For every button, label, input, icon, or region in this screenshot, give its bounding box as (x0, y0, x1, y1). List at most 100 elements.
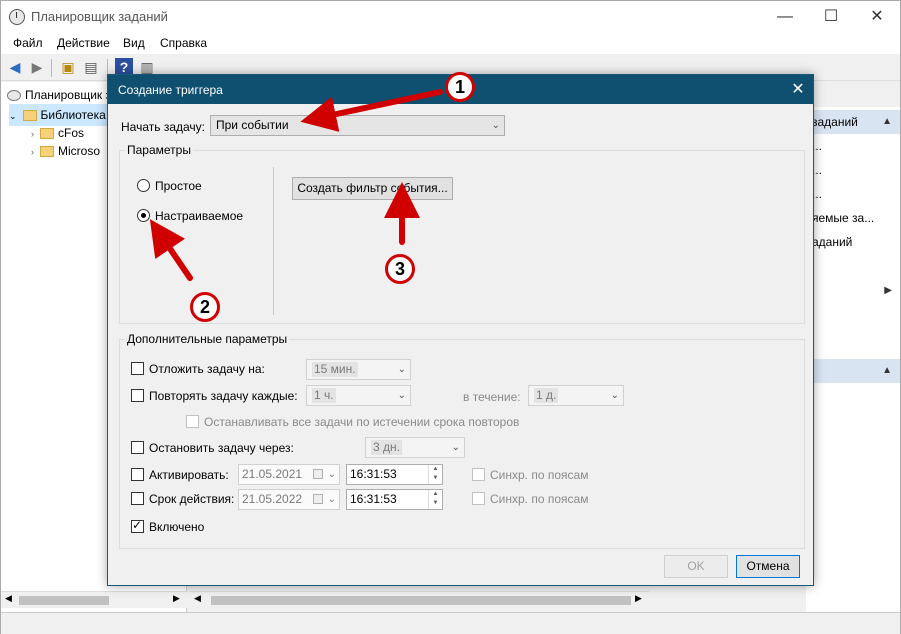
menu-help[interactable]: Справка (160, 36, 207, 50)
stop-after-label: Остановить задачу через: (149, 441, 294, 455)
expire-time-value: 16:31:53 (350, 492, 397, 506)
expire-label: Срок действия: (149, 492, 235, 506)
chevron-right-icon: › (31, 129, 34, 139)
scrollbar-thumb[interactable] (19, 596, 109, 605)
menu-file[interactable]: Файл (13, 36, 43, 50)
tree-root-label: Планировщик за (25, 88, 118, 102)
maximize-button[interactable]: ☐ (808, 1, 854, 32)
start-task-label: Начать задачу: (121, 120, 205, 134)
create-event-filter-button[interactable]: Создать фильтр события... (292, 177, 453, 200)
tree-item-microsoft[interactable]: › Microso (31, 140, 100, 162)
repeat-checkbox[interactable] (131, 389, 144, 402)
stop-all-checkbox[interactable] (186, 415, 199, 428)
spin-updown-icon[interactable]: ▲ ▼ (428, 490, 442, 509)
close-button[interactable]: ✕ (854, 1, 900, 32)
during-value: 1 д. (534, 388, 559, 403)
annotation-marker-3: 3 (385, 254, 415, 284)
enabled-label: Включено (149, 520, 205, 534)
params-group: Параметры (119, 143, 805, 324)
annotation-marker-1: 1 (445, 72, 475, 102)
tree-horizontal-scrollbar[interactable]: ◀ ▶ (1, 591, 187, 608)
collapse-icon: ▲ (882, 116, 892, 127)
spin-updown-icon[interactable]: ▲ ▼ (428, 465, 442, 484)
expire-date-picker[interactable]: 21.05.2022 ⌄ (238, 489, 340, 510)
delay-select[interactable]: 15 мин. ⌄ (306, 359, 411, 380)
params-group-label: Параметры (125, 143, 193, 157)
scroll-right-icon[interactable]: ▶ (173, 593, 180, 604)
calendar-icon (313, 469, 323, 479)
dialog-close-button[interactable]: ✕ (783, 75, 813, 104)
back-icon[interactable]: ◀ (6, 58, 24, 76)
during-select[interactable]: 1 д. ⌄ (528, 385, 624, 406)
advanced-group-label: Дополнительные параметры (125, 332, 290, 346)
chevron-right-icon: › (31, 147, 34, 157)
radio-custom-label: Настраиваемое (155, 209, 244, 223)
expire-date-value: 21.05.2022 (242, 492, 303, 506)
activate-time-value: 16:31:53 (350, 467, 397, 481)
expire-checkbox[interactable] (131, 492, 144, 505)
start-task-select[interactable]: При событии ⌄ (210, 115, 505, 136)
stop-after-checkbox[interactable] (131, 441, 144, 454)
enabled-checkbox[interactable] (131, 518, 144, 533)
action-item[interactable]: яемые за... (812, 211, 874, 225)
tree-root[interactable]: Планировщик за (7, 84, 118, 106)
stop-after-select[interactable]: 3 дн. ⌄ (365, 437, 465, 458)
delay-value: 15 мин. (312, 362, 358, 377)
collapse-icon: ▲ (882, 365, 892, 376)
radio-custom[interactable] (137, 209, 150, 222)
selected-section-header[interactable]: ▲ (806, 359, 900, 383)
chevron-down-icon: ⌄ (451, 442, 460, 453)
scroll-right-icon[interactable]: ▶ (635, 593, 642, 604)
radio-simple-label: Простое (155, 179, 202, 193)
delay-label: Отложить задачу на: (149, 362, 265, 376)
menu-view[interactable]: Вид (123, 36, 145, 50)
chevron-down-icon: ⌄ (491, 120, 500, 131)
scrollbar-thumb[interactable] (211, 596, 631, 605)
toolbar-separator (51, 59, 52, 77)
annotation-marker-2: 2 (190, 292, 220, 322)
delay-checkbox[interactable] (131, 362, 144, 375)
menu-bar: Файл Действие Вид Справка (1, 32, 900, 54)
activate-sync-checkbox[interactable] (472, 468, 485, 481)
activate-date-value: 21.05.2021 (242, 467, 303, 481)
folder-icon (40, 146, 54, 158)
chevron-down-icon: ⌄ (397, 364, 406, 375)
actions-section-title: заданий (812, 115, 858, 129)
cancel-button[interactable]: Отмена (736, 555, 800, 578)
tree-microsoft-label: Microso (58, 144, 101, 158)
actions-pane: заданий ▲ ... ... ... яемые за... аданий… (806, 107, 900, 612)
during-label: в течение: (463, 390, 521, 404)
scroll-left-icon[interactable]: ◀ (5, 593, 12, 604)
activate-sync-label: Синхр. по поясам (490, 468, 589, 482)
forward-icon[interactable]: ▶ (28, 58, 46, 76)
main-horizontal-scrollbar[interactable]: ◀ ▶ (189, 591, 649, 608)
expire-time-spinner[interactable]: 16:31:53 ▲ ▼ (346, 489, 443, 510)
repeat-select[interactable]: 1 ч. ⌄ (306, 385, 411, 406)
expire-sync-label: Синхр. по поясам (490, 492, 589, 506)
submenu-arrow-icon: ▶ (884, 285, 892, 296)
activate-date-picker[interactable]: 21.05.2021 ⌄ (238, 464, 340, 485)
activate-time-spinner[interactable]: 16:31:53 ▲ ▼ (346, 464, 443, 485)
radio-simple[interactable] (137, 179, 150, 192)
up-folder-icon[interactable]: ▣ (59, 58, 77, 76)
repeat-label: Повторять задачу каждые: (149, 389, 298, 403)
chevron-down-icon: ⌄ (327, 494, 336, 505)
expire-sync-checkbox[interactable] (472, 492, 485, 505)
folder-icon (40, 128, 54, 140)
action-item[interactable]: аданий (812, 235, 852, 249)
scroll-left-icon[interactable]: ◀ (194, 593, 201, 604)
activate-checkbox[interactable] (131, 468, 144, 481)
activate-label: Активировать: (149, 468, 229, 482)
start-task-value: При событии (216, 118, 289, 132)
ok-button[interactable]: OK (664, 555, 728, 578)
title-bar: Планировщик заданий — ☐ ✕ (1, 1, 900, 32)
stop-after-value: 3 дн. (371, 440, 402, 455)
clock-icon (9, 9, 25, 25)
actions-section-header[interactable]: заданий ▲ (806, 110, 900, 134)
chevron-down-icon: ⌄ (327, 469, 336, 480)
menu-action[interactable]: Действие (57, 36, 110, 50)
params-divider (273, 167, 274, 315)
minimize-button[interactable]: — (762, 1, 808, 32)
window-title: Планировщик заданий (31, 9, 168, 24)
show-hide-tree-icon[interactable]: ▤ (82, 58, 100, 76)
